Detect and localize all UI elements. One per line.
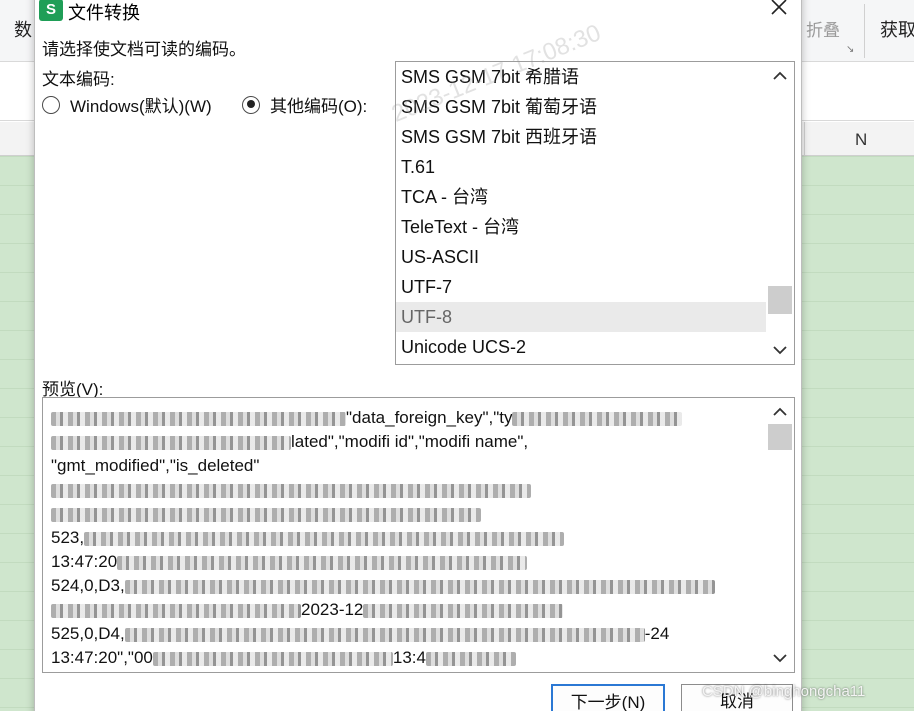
encoding-option[interactable]: Unicode UCS-2	[396, 332, 766, 362]
encoding-option[interactable]: US-ASCII	[396, 242, 766, 272]
preview-line	[51, 502, 763, 526]
instruction-text: 请选择使文档可读的编码。	[42, 40, 246, 59]
preview-box[interactable]: "data_foreign_key","ty lated","modifi id…	[42, 397, 795, 673]
preview-line: 2023-12	[51, 598, 763, 622]
preview-scrollbar[interactable]	[766, 398, 794, 672]
preview-line: 524,0,D3,	[51, 574, 763, 598]
radio-windows-label: Windows(默认)(W)	[70, 97, 212, 116]
radio-other-label: 其他编码(O):	[270, 97, 368, 116]
encoding-option[interactable]: SMS GSM 7bit 葡萄牙语	[396, 92, 766, 122]
scroll-thumb[interactable]	[768, 286, 792, 314]
encoding-option[interactable]: UTF-7	[396, 272, 766, 302]
radio-checked-icon[interactable]	[242, 95, 260, 114]
encoding-scrollbar[interactable]	[766, 62, 794, 364]
ribbon-divider	[864, 4, 865, 58]
encoding-option[interactable]: SMS GSM 7bit 希腊语	[396, 62, 766, 92]
get-data-button[interactable]: 获取	[880, 16, 914, 42]
preview-text: "data_foreign_key","ty lated","modifi id…	[51, 406, 763, 670]
scroll-up-icon[interactable]	[770, 66, 790, 86]
encoding-option[interactable]: SMS GSM 7bit 西班牙语	[396, 122, 766, 152]
encoding-list: SMS GSM 7bit 希腊语 SMS GSM 7bit 葡萄牙语 SMS GSM…	[396, 62, 766, 362]
column-separator	[804, 122, 805, 156]
preview-line: lated","modifi id","modifi name",	[51, 430, 763, 454]
encoding-option[interactable]: TeleText - 台湾	[396, 212, 766, 242]
app-icon: S	[39, 0, 63, 21]
preview-line: 13:47:20	[51, 550, 763, 574]
preview-line: "data_foreign_key","ty	[51, 406, 763, 430]
encoding-option[interactable]: T.61	[396, 152, 766, 182]
preview-line	[51, 478, 763, 502]
dialog-launcher-icon[interactable]: ↘	[846, 44, 854, 55]
next-button[interactable]: 下一步(N)	[551, 684, 665, 711]
column-header-n[interactable]: N	[855, 130, 867, 150]
preview-line: "gmt_modified","is_deleted"	[51, 456, 260, 475]
radio-windows-default[interactable]: Windows(默认)(W)	[42, 92, 212, 117]
file-conversion-dialog: S 文件转换 请选择使文档可读的编码。 文本编码: Windows(默认)(W)…	[34, 0, 802, 711]
radio-unchecked-icon[interactable]	[42, 95, 60, 114]
credit-watermark: CSDN @binghongcha11	[702, 683, 866, 700]
close-icon	[771, 0, 787, 15]
encoding-listbox[interactable]: SMS GSM 7bit 希腊语 SMS GSM 7bit 葡萄牙语 SMS GSM…	[395, 61, 795, 365]
ribbon-tab-data[interactable]: 数	[14, 16, 32, 42]
scroll-thumb[interactable]	[768, 424, 792, 450]
fold-button[interactable]: 折叠	[806, 16, 840, 41]
scroll-up-icon[interactable]	[770, 402, 790, 422]
preview-line: 525,0,D4, -24	[51, 624, 670, 643]
preview-line: 523,	[51, 526, 763, 550]
radio-other-encoding[interactable]: 其他编码(O):	[242, 92, 367, 117]
preview-line: 13:47:20","00 13:4	[51, 646, 763, 670]
close-button[interactable]	[763, 0, 793, 21]
scroll-down-icon[interactable]	[770, 648, 790, 668]
scroll-down-icon[interactable]	[770, 340, 790, 360]
encoding-label: 文本编码:	[42, 70, 115, 89]
dialog-title: 文件转换	[68, 3, 140, 23]
encoding-option[interactable]: TCA - 台湾	[396, 182, 766, 212]
encoding-option[interactable]: UTF-8	[396, 302, 766, 332]
